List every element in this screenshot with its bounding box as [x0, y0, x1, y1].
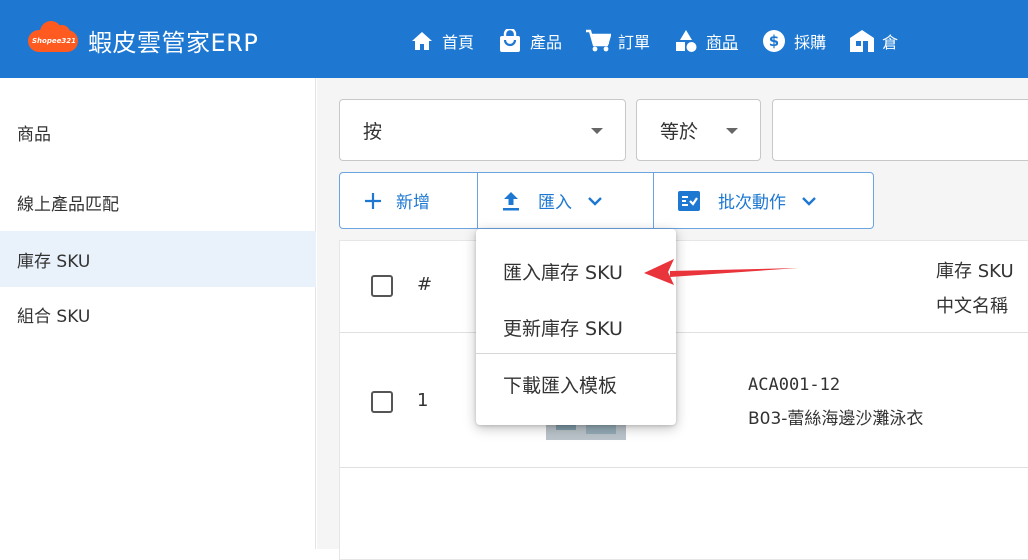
row-checkbox[interactable]: [371, 391, 393, 413]
row-sku: ACA001-12: [748, 375, 841, 395]
nav-item-products[interactable]: 產品: [496, 27, 562, 55]
header-chinese-name: 中文名稱: [936, 296, 1008, 317]
app-title: 蝦皮雲管家ERP: [88, 28, 259, 57]
sidebar: 商品 線上產品匹配 庫存 SKU 組合 SKU: [0, 78, 316, 549]
row-name: B03-蕾絲海邊沙灘泳衣: [748, 409, 924, 429]
toolbar-button-group: 新增 匯入 批次動作: [339, 172, 874, 229]
sidebar-item-label: 組合 SKU: [17, 306, 91, 327]
brand[interactable]: Shopee321 蝦皮雲管家ERP: [28, 21, 259, 58]
header-index: #: [417, 274, 433, 295]
sidebar-item-bundle-sku[interactable]: 組合 SKU: [0, 286, 316, 342]
sidebar-item-label: 線上產品匹配: [17, 194, 119, 215]
menu-divider: [476, 353, 676, 354]
sidebar-item-label: 庫存 SKU: [17, 251, 91, 272]
chevron-down-icon: [802, 196, 816, 206]
shopping-bag-icon: [496, 27, 524, 55]
top-app-bar: Shopee321 蝦皮雲管家ERP 首頁 產品 訂單 商品 $ 採購 倉: [0, 0, 1028, 78]
add-button[interactable]: 新增: [340, 173, 477, 228]
upload-icon: [502, 191, 520, 211]
dollar-icon: $: [760, 27, 788, 55]
filter-field-select[interactable]: 按: [339, 99, 626, 161]
nav-item-home[interactable]: 首頁: [408, 27, 474, 55]
warehouse-icon: [848, 27, 876, 55]
shopee-logo-icon: Shopee321: [28, 21, 78, 54]
nav-item-warehouse[interactable]: 倉: [848, 27, 898, 55]
menu-item-download-template[interactable]: 下載匯入模板: [476, 356, 676, 412]
batch-action-button[interactable]: 批次動作: [653, 173, 873, 228]
caret-down-icon: [591, 128, 603, 134]
import-button[interactable]: 匯入: [477, 173, 653, 228]
checklist-icon: [678, 190, 700, 211]
sidebar-item-inventory-sku[interactable]: 庫存 SKU: [0, 231, 316, 287]
caret-down-icon: [726, 128, 738, 134]
sidebar-item-label: 商品: [17, 124, 51, 145]
sidebar-item-products[interactable]: 商品: [0, 104, 316, 160]
main-nav: 首頁 產品 訂單 商品 $ 採購 倉: [408, 26, 920, 56]
chevron-down-icon: [588, 196, 602, 206]
cart-icon: [584, 27, 612, 55]
sidebar-item-online-matching[interactable]: 線上產品匹配: [0, 174, 316, 230]
annotation-arrow-icon: [644, 259, 798, 285]
svg-text:$: $: [769, 32, 779, 50]
filter-value-input[interactable]: [772, 99, 1028, 161]
home-icon: [408, 27, 436, 55]
menu-item-update-inventory-sku[interactable]: 更新庫存 SKU: [476, 299, 676, 355]
nav-item-purchase[interactable]: $ 採購: [760, 27, 826, 55]
shapes-icon: [672, 27, 700, 55]
header-sku: 庫存 SKU: [936, 261, 1014, 282]
plus-icon: [364, 192, 382, 210]
row-index: 1: [417, 390, 429, 411]
nav-item-orders[interactable]: 訂單: [584, 27, 650, 55]
filter-operator-select[interactable]: 等於: [636, 99, 761, 161]
table-row[interactable]: 1 ACA001-12 B03-蕾絲海邊沙灘泳衣: [340, 334, 1028, 468]
inventory-sku-table: # 庫存 SKU 中文名稱 1 ACA001-12 B03-蕾絲海邊沙灘泳衣: [339, 240, 1028, 560]
select-all-checkbox[interactable]: [371, 275, 393, 297]
nav-item-goods[interactable]: 商品: [672, 27, 738, 55]
